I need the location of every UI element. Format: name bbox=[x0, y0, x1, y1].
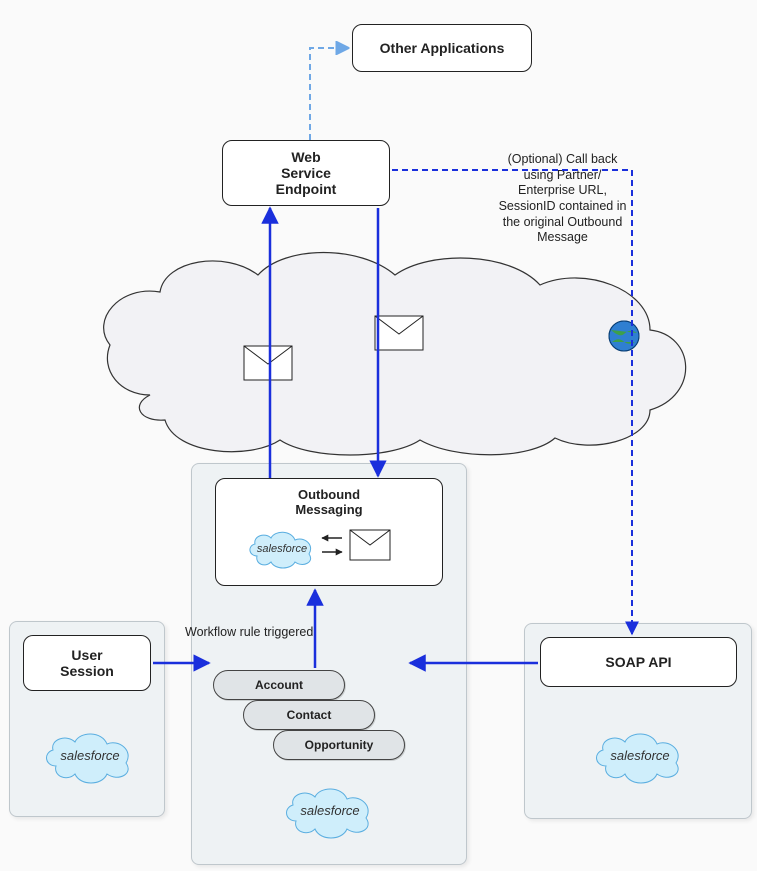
entity-opportunity: Opportunity bbox=[273, 730, 405, 760]
label-soap-response: SOAP Response acknowledgement bbox=[395, 360, 525, 407]
envelope-icon bbox=[244, 346, 292, 380]
svg-text:salesforce: salesforce bbox=[610, 748, 669, 763]
label-soap-up: SOAP Up to 100 notifications per SOAP me… bbox=[184, 298, 359, 345]
salesforce-logo: salesforce bbox=[590, 720, 690, 786]
salesforce-logo: salesforce bbox=[280, 775, 380, 841]
label-callback: (Optional) Call back using Partner/ Ente… bbox=[470, 152, 655, 246]
node-soap-api: SOAP API bbox=[540, 637, 737, 687]
salesforce-logo: salesforce bbox=[40, 720, 140, 786]
salesforce-logo: salesforce bbox=[245, 522, 319, 570]
envelope-icon bbox=[375, 316, 423, 350]
svg-text:salesforce: salesforce bbox=[257, 543, 307, 555]
arrow-wse-to-other bbox=[310, 48, 348, 140]
globe-icon bbox=[609, 321, 639, 351]
label-workflow: Workflow rule triggered bbox=[185, 625, 345, 641]
node-other-applications: Other Applications bbox=[352, 24, 532, 72]
cloud-internet bbox=[104, 253, 686, 456]
entity-account: Account bbox=[213, 670, 345, 700]
svg-text:salesforce: salesforce bbox=[60, 748, 119, 763]
label-internet: Internet bbox=[500, 332, 590, 355]
node-web-service-endpoint: Web Service Endpoint bbox=[222, 140, 390, 206]
svg-text:salesforce: salesforce bbox=[300, 803, 359, 818]
entity-contact: Contact bbox=[243, 700, 375, 730]
node-user-session: User Session bbox=[23, 635, 151, 691]
